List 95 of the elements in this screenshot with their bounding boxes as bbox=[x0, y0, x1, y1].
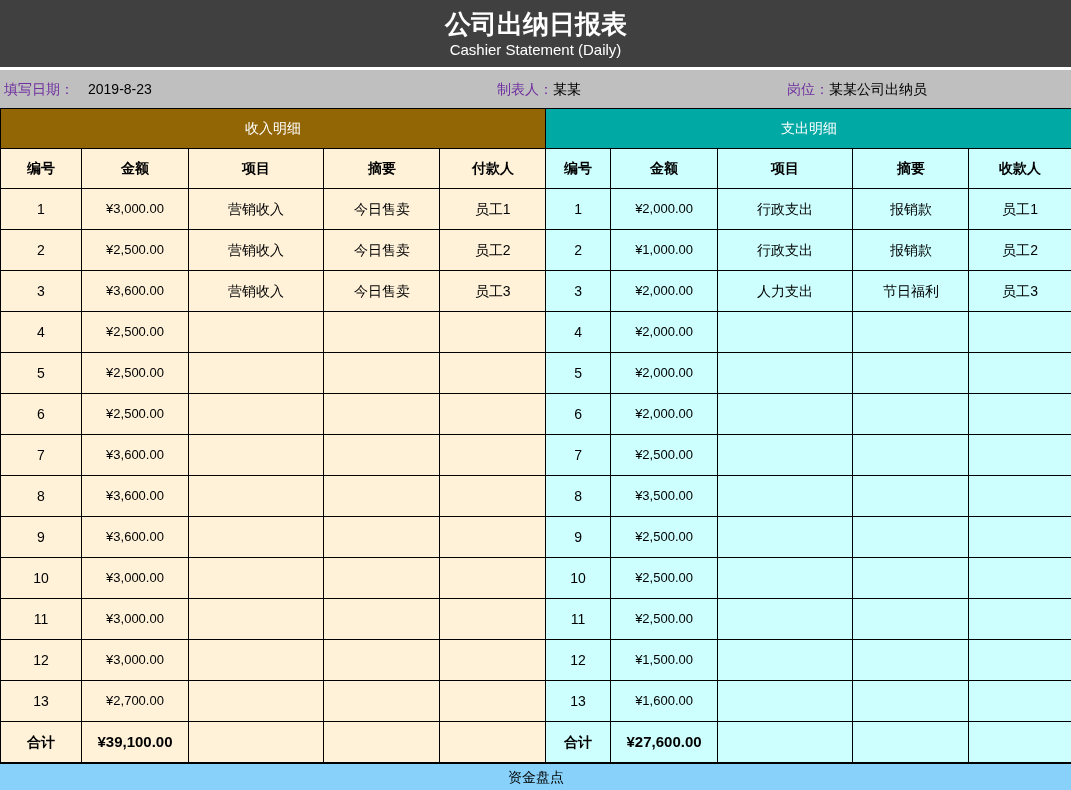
table-cell: 员工1 bbox=[968, 188, 1071, 230]
table-cell: ¥2,500.00 bbox=[610, 598, 718, 640]
table-cell: 7 bbox=[545, 434, 611, 476]
column-header: 收款人 bbox=[968, 148, 1071, 189]
table-cell: ¥2,000.00 bbox=[610, 188, 718, 230]
field-label: 岗位： bbox=[787, 79, 829, 99]
table-cell: 3 bbox=[545, 270, 611, 312]
table-cell: 2 bbox=[0, 229, 82, 271]
table-cell: ¥3,000.00 bbox=[81, 557, 189, 599]
table-cell: ¥2,500.00 bbox=[81, 311, 189, 353]
table-cell: 营销收入 bbox=[188, 229, 324, 271]
table-cell: 10 bbox=[0, 557, 82, 599]
column-header: 编号 bbox=[0, 148, 82, 189]
table-cell: ¥2,000.00 bbox=[610, 311, 718, 353]
table-cell: 6 bbox=[0, 393, 82, 435]
table-cell: ¥3,600.00 bbox=[81, 434, 189, 476]
table-cell: 4 bbox=[545, 311, 611, 353]
table-cell: ¥2,500.00 bbox=[610, 516, 718, 558]
table-cell: ¥3,600.00 bbox=[81, 516, 189, 558]
total-label: 合计 bbox=[545, 721, 611, 763]
table-cell: 13 bbox=[545, 680, 611, 722]
total-label: 合计 bbox=[0, 721, 82, 763]
table-cell: 员工1 bbox=[439, 188, 546, 230]
table-cell: 1 bbox=[0, 188, 82, 230]
table-cell: ¥2,700.00 bbox=[81, 680, 189, 722]
table-cell: 13 bbox=[0, 680, 82, 722]
table-cell: 节日福利 bbox=[852, 270, 969, 312]
section-header: 支出明细 bbox=[545, 108, 1071, 149]
column-header: 项目 bbox=[188, 148, 324, 189]
table-cell: 今日售卖 bbox=[323, 188, 440, 230]
table-cell: ¥2,500.00 bbox=[610, 434, 718, 476]
table-cell: 今日售卖 bbox=[323, 229, 440, 271]
table-cell: ¥2,500.00 bbox=[81, 352, 189, 394]
table-cell: 8 bbox=[0, 475, 82, 517]
report-title: 公司出纳日报表 bbox=[444, 7, 627, 40]
table-cell: ¥3,600.00 bbox=[81, 475, 189, 517]
table-cell: ¥1,500.00 bbox=[610, 639, 718, 681]
column-header: 项目 bbox=[717, 148, 853, 189]
table-cell: 员工3 bbox=[439, 270, 546, 312]
table-cell: 员工2 bbox=[968, 229, 1071, 271]
column-header: 金额 bbox=[81, 148, 189, 189]
table-cell: 营销收入 bbox=[188, 270, 324, 312]
table-cell: ¥2,000.00 bbox=[610, 393, 718, 435]
table-cell: 11 bbox=[545, 598, 611, 640]
column-header: 付款人 bbox=[439, 148, 546, 189]
table-cell: ¥1,000.00 bbox=[610, 229, 718, 271]
column-header: 编号 bbox=[545, 148, 611, 189]
table-cell: ¥2,500.00 bbox=[610, 557, 718, 599]
table-cell: ¥2,000.00 bbox=[610, 352, 718, 394]
table-cell: ¥3,000.00 bbox=[81, 639, 189, 681]
table-cell: 5 bbox=[0, 352, 82, 394]
table-cell: 1 bbox=[545, 188, 611, 230]
table-cell: 员工3 bbox=[968, 270, 1071, 312]
table-cell: 行政支出 bbox=[717, 188, 853, 230]
table-cell: 9 bbox=[545, 516, 611, 558]
table-cell: 7 bbox=[0, 434, 82, 476]
column-header: 摘要 bbox=[323, 148, 440, 189]
table-cell: 人力支出 bbox=[717, 270, 853, 312]
table-cell: 报销款 bbox=[852, 188, 969, 230]
table-cell: 8 bbox=[545, 475, 611, 517]
table-cell: ¥3,000.00 bbox=[81, 598, 189, 640]
field-label: 填写日期： bbox=[4, 79, 74, 99]
table-cell: ¥2,500.00 bbox=[81, 393, 189, 435]
field-value: 某某公司出纳员 bbox=[829, 79, 927, 99]
column-header: 摘要 bbox=[852, 148, 969, 189]
table-cell: 5 bbox=[545, 352, 611, 394]
table-cell: 12 bbox=[545, 639, 611, 681]
field-label: 制表人： bbox=[497, 79, 553, 99]
table-cell: 11 bbox=[0, 598, 82, 640]
table-cell: 今日售卖 bbox=[323, 270, 440, 312]
table-cell: 行政支出 bbox=[717, 229, 853, 271]
table-cell: 4 bbox=[0, 311, 82, 353]
table-cell: 营销收入 bbox=[188, 188, 324, 230]
table-cell: 10 bbox=[545, 557, 611, 599]
table-cell: 12 bbox=[0, 639, 82, 681]
table-cell: ¥2,000.00 bbox=[610, 270, 718, 312]
report-subtitle: Cashier Statement (Daily) bbox=[449, 39, 622, 60]
table-cell: ¥3,500.00 bbox=[610, 475, 718, 517]
table-cell: 3 bbox=[0, 270, 82, 312]
field-value: 某某 bbox=[553, 79, 581, 99]
table-cell: 2 bbox=[545, 229, 611, 271]
table-cell: 员工2 bbox=[439, 229, 546, 271]
total-amount: ¥27,600.00 bbox=[610, 721, 718, 763]
field-value: 2019-8-23 bbox=[88, 79, 152, 99]
table-cell: ¥3,000.00 bbox=[81, 188, 189, 230]
section-footer: 资金盘点 bbox=[0, 763, 1071, 790]
table-cell: 9 bbox=[0, 516, 82, 558]
table-cell: 报销款 bbox=[852, 229, 969, 271]
section-header: 收入明细 bbox=[0, 108, 546, 149]
table-cell: ¥2,500.00 bbox=[81, 229, 189, 271]
table-cell: ¥3,600.00 bbox=[81, 270, 189, 312]
table-cell: 6 bbox=[545, 393, 611, 435]
total-amount: ¥39,100.00 bbox=[81, 721, 189, 763]
column-header: 金额 bbox=[610, 148, 718, 189]
table-cell: ¥1,600.00 bbox=[610, 680, 718, 722]
